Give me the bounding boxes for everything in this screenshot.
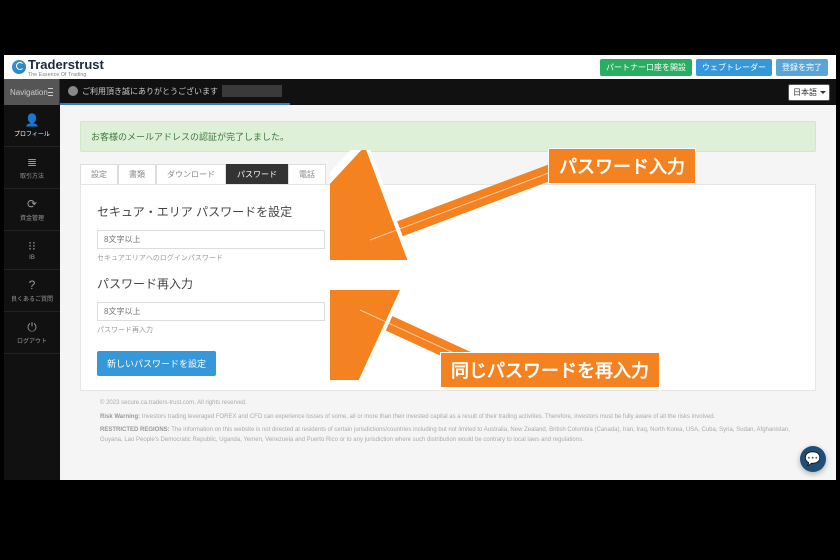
brand-name: Traderstrust — [28, 57, 104, 72]
open-partner-account-button[interactable]: パートナー口座を開設 — [600, 59, 692, 76]
password-field-row: ◉ ? — [97, 230, 367, 249]
tab-password[interactable]: パスワード — [226, 164, 288, 184]
sidebar-item-profile[interactable]: 👤 プロフィール — [4, 105, 60, 147]
sidebar-item-ib[interactable]: ⁝⁝ IB — [4, 231, 60, 270]
brand-tagline: The Essence Of Trading — [28, 72, 104, 78]
password-confirm-input[interactable] — [97, 302, 325, 321]
sidebar: 👤 プロフィール ≣ 取引方法 ⟳ 資金管理 ⁝⁝ IB ? 良くあるご質 — [4, 105, 60, 480]
annotation-arrow-2 — [330, 290, 510, 380]
sidebar-item-funds[interactable]: ⟳ 資金管理 — [4, 189, 60, 231]
footer-copyright: © 2023 secure.ca.traders-trust.com. All … — [100, 399, 796, 409]
logo-mark-icon — [12, 60, 26, 74]
tab-documents[interactable]: 書類 — [118, 164, 156, 184]
sidebar-item-label: IB — [29, 255, 35, 261]
webtrader-button[interactable]: ウェブトレーダー — [696, 59, 772, 76]
user-icon: 👤 — [25, 113, 39, 127]
list-icon: ≣ — [25, 155, 39, 169]
success-alert: お客様のメールアドレスの認証が完了しました。 — [80, 121, 816, 152]
sidebar-item-label: 資金管理 — [20, 213, 44, 222]
complete-registration-button[interactable]: 登録を完了 — [776, 59, 828, 76]
footer: © 2023 secure.ca.traders-trust.com. All … — [80, 391, 816, 445]
hamburger-icon — [48, 88, 53, 96]
brand-logo: Traderstrust The Essence Of Trading — [12, 57, 104, 78]
password-input[interactable] — [97, 230, 325, 249]
risk-warning-text: Investors trading leveraged FOREX and CF… — [142, 414, 716, 420]
power-icon: ⏻ — [25, 320, 39, 334]
restricted-label: RESTRICTED REGIONS: — [100, 427, 170, 433]
tab-settings[interactable]: 設定 — [80, 164, 118, 184]
nav-toggle[interactable]: Navigation — [4, 79, 60, 105]
set-new-password-button[interactable]: 新しいパスワードを設定 — [97, 351, 216, 376]
sidebar-item-logout[interactable]: ⏻ ログアウト — [4, 312, 60, 354]
password-confirm-field-row: ◉ ? — [97, 302, 367, 321]
sidebar-item-trading[interactable]: ≣ 取引方法 — [4, 147, 60, 189]
annotation-arrow-1 — [330, 150, 590, 260]
greeting-area: ご利用頂き誠にありがとうございます — [60, 79, 290, 105]
avatar-icon — [68, 86, 78, 96]
sidebar-item-faq[interactable]: ? 良くあるご質問 — [4, 270, 60, 312]
risk-warning-label: Risk Warning: — [100, 414, 140, 420]
sidebar-item-label: 取引方法 — [20, 171, 44, 180]
exchange-icon: ⟳ — [25, 197, 39, 211]
greeting-text: ご利用頂き誠にありがとうございます — [82, 86, 218, 97]
sidebar-item-label: ログアウト — [17, 336, 47, 345]
chat-fab[interactable]: 💬 — [800, 446, 826, 472]
restricted-text: The information on this website is not d… — [100, 427, 790, 443]
apps-icon: ⁝⁝ — [25, 239, 39, 253]
username-redacted — [222, 85, 282, 97]
sidebar-item-label: プロフィール — [14, 129, 50, 138]
language-selector[interactable]: 日本語 — [788, 84, 830, 101]
tab-downloads[interactable]: ダウンロード — [156, 164, 226, 184]
language-value: 日本語 — [793, 88, 817, 97]
question-icon: ? — [25, 278, 39, 292]
sidebar-item-label: 良くあるご質問 — [11, 294, 53, 303]
chat-icon: 💬 — [805, 451, 821, 467]
tab-phone[interactable]: 電話 — [288, 164, 326, 184]
nav-label: Navigation — [10, 88, 48, 97]
